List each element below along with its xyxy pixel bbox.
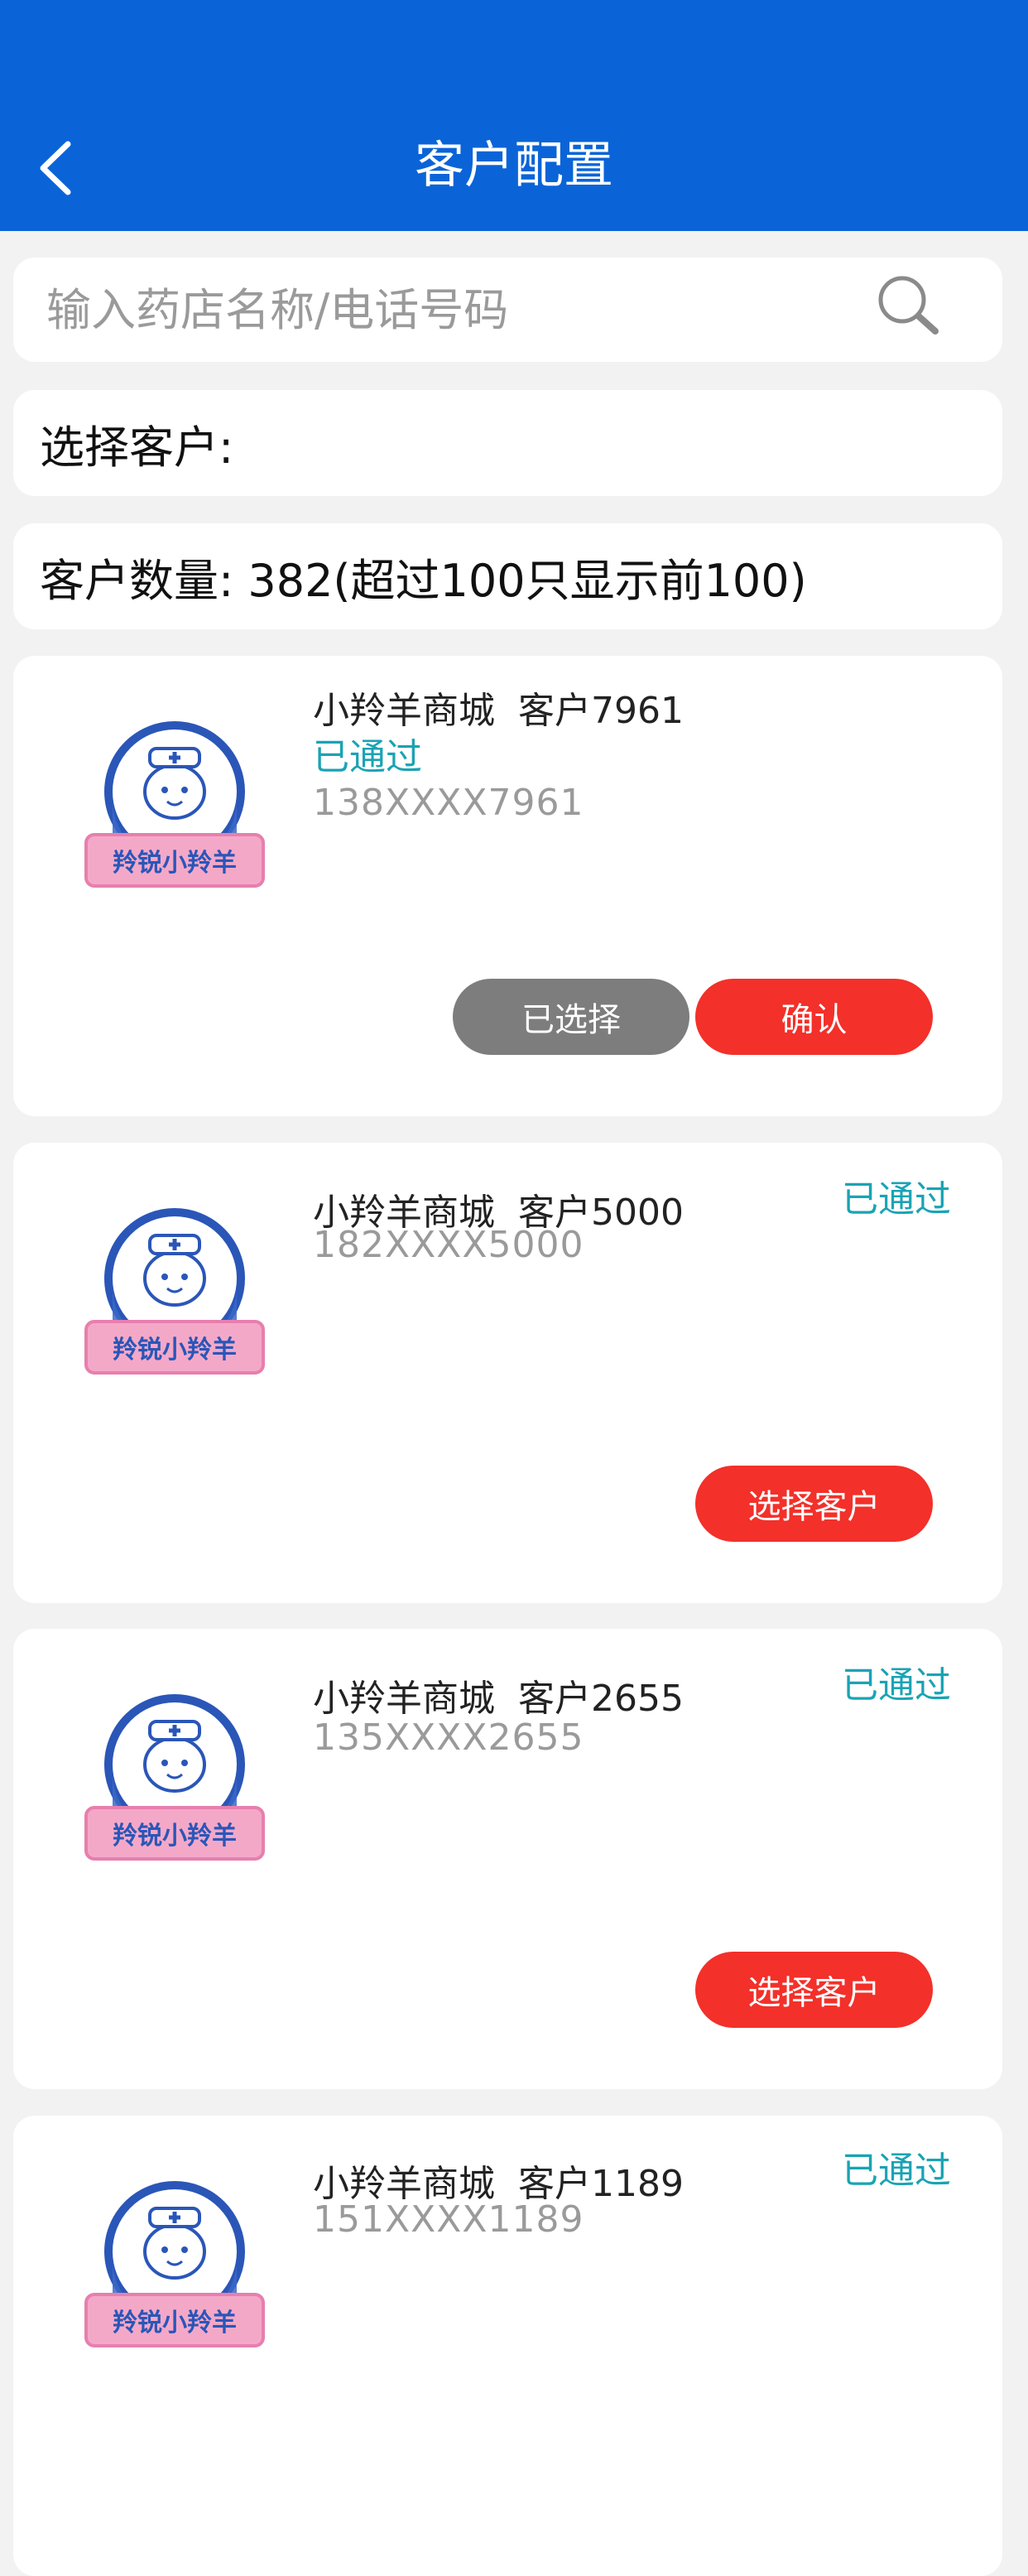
select-customer-button[interactable]: 选择客户 xyxy=(695,1952,933,2028)
status-badge: 已通过 xyxy=(313,736,422,778)
customer-phone: 138XXXX7961 xyxy=(313,782,584,824)
customer-card[interactable]: 羚锐小羚羊 小羚羊商城 客户2655 已通过 135XXXX2655 选择客户 xyxy=(13,1629,1002,2089)
select-customer-section: 选择客户: xyxy=(13,390,1002,496)
svg-text:羚锐小羚羊: 羚锐小羚羊 xyxy=(113,1336,237,1365)
select-customer-button[interactable]: 选择客户 xyxy=(695,1466,933,1542)
svg-text:羚锐小羚羊: 羚锐小羚羊 xyxy=(113,849,237,878)
customer-phone: 182XXXX5000 xyxy=(313,1224,584,1266)
customer-name: 小羚羊商城 客户2655 xyxy=(313,1678,684,1720)
status-badge: 已通过 xyxy=(842,2150,951,2192)
search-bar xyxy=(13,258,1002,362)
customer-name: 小羚羊商城 客户7961 xyxy=(313,690,684,732)
customer-card[interactable]: 羚锐小羚羊 小羚羊商城 客户5000 已通过 182XXXX5000 选择客户 xyxy=(13,1143,1002,1603)
selected-button[interactable]: 已选择 xyxy=(453,979,689,1055)
customer-card[interactable]: 羚锐小羚羊 小羚羊商城 客户1189 已通过 151XXXX1189 xyxy=(13,2116,1002,2576)
search-icon[interactable] xyxy=(876,273,942,339)
app-header: 客户配置 xyxy=(0,0,1028,231)
customer-logo: 羚锐小羚羊 xyxy=(79,1196,270,1386)
page-title: 客户配置 xyxy=(415,137,613,195)
svg-text:羚锐小羚羊: 羚锐小羚羊 xyxy=(113,1822,237,1851)
status-badge: 已通过 xyxy=(842,1664,951,1707)
status-badge: 已通过 xyxy=(842,1178,951,1221)
customer-count-section: 客户数量: 382(超过100只显示前100) xyxy=(13,523,1002,629)
customer-phone: 135XXXX2655 xyxy=(313,1717,584,1759)
customer-logo: 羚锐小羚羊 xyxy=(79,1682,270,1872)
search-input[interactable] xyxy=(46,258,857,362)
select-customer-label: 选择客户: xyxy=(40,421,234,474)
customer-logo: 羚锐小羚羊 xyxy=(79,709,270,899)
confirm-button[interactable]: 确认 xyxy=(695,979,933,1055)
customer-phone: 151XXXX1189 xyxy=(313,2198,584,2241)
svg-text:羚锐小羚羊: 羚锐小羚羊 xyxy=(113,2309,237,2338)
customer-card[interactable]: 羚锐小羚羊 小羚羊商城 客户7961 已通过 138XXXX7961 已选择 确… xyxy=(13,656,1002,1116)
customer-count-label: 客户数量: 382(超过100只显示前100) xyxy=(40,554,807,607)
customer-logo: 羚锐小羚羊 xyxy=(79,2169,270,2359)
